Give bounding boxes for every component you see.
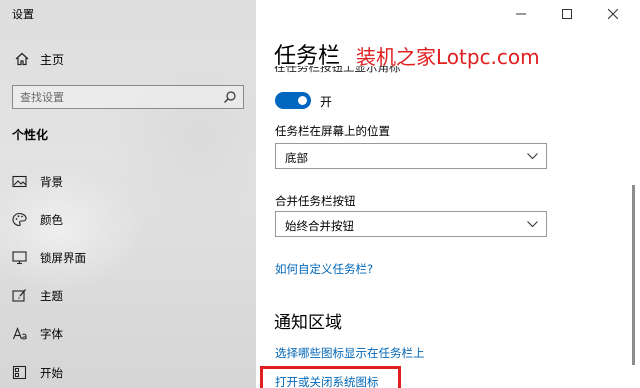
minimize-button[interactable] [498,0,544,28]
select-icons-link[interactable]: 选择哪些图标显示在任务栏上 [275,345,425,361]
taskbar-position-label: 任务栏在屏幕上的位置 [275,124,390,138]
badge-toggle-switch[interactable] [275,92,311,109]
font-icon [12,326,27,340]
search-icon[interactable] [223,90,237,104]
sidebar-item-fonts[interactable]: 字体 [0,318,256,348]
notification-area-heading: 通知区域 [274,313,342,333]
window-title: 设置 [12,8,34,21]
search-input[interactable] [13,86,213,108]
window-controls [500,0,640,28]
sidebar-item-lock-screen[interactable]: 锁屏界面 [0,242,256,272]
sidebar-item-background[interactable]: 背景 [0,166,256,196]
combine-buttons-dropdown[interactable]: 始终合并按钮 [275,211,547,237]
start-icon [12,365,27,380]
settings-sidebar: 设置 主页 个性化 背景 颜色 [0,0,256,388]
sidebar-item-label: 主题 [40,289,63,303]
close-button[interactable] [590,0,636,28]
home-icon [15,52,29,66]
toggle-state-label: 开 [320,95,333,109]
sidebar-section-heading: 个性化 [12,128,49,142]
sidebar-item-label: 背景 [40,175,63,189]
customize-taskbar-link[interactable]: 如何自定义任务栏? [275,261,373,277]
search-box[interactable] [12,85,244,109]
sidebar-item-label: 颜色 [40,213,63,227]
chevron-down-icon [527,153,538,160]
scrollbar[interactable] [632,185,635,365]
sidebar-item-label: 字体 [40,327,63,341]
brush-icon [12,289,26,302]
sidebar-item-colors[interactable]: 颜色 [0,204,256,234]
sidebar-item-label: 开始 [40,366,63,380]
sidebar-item-label: 锁屏界面 [40,251,86,265]
sidebar-item-start[interactable]: 开始 [0,357,256,387]
taskbar-position-dropdown[interactable]: 底部 [275,143,547,169]
sidebar-home-label: 主页 [40,53,65,67]
cut-off-setting-text: 在任务栏按钮上显示角标 [274,66,401,74]
close-icon [608,9,618,19]
sidebar-item-themes[interactable]: 主题 [0,280,256,310]
lock-screen-icon [12,251,27,265]
picture-icon [12,175,27,188]
chevron-down-icon [527,221,538,228]
highlight-annotation-box [260,366,401,388]
combine-buttons-value: 始终合并按钮 [285,219,354,233]
toggle-knob [298,96,307,105]
maximize-icon [562,9,572,19]
cut-off-setting-label: 在任务栏按钮上显示角标 [274,66,434,78]
taskbar-position-value: 底部 [285,151,308,165]
combine-buttons-label: 合并任务栏按钮 [275,194,356,208]
palette-icon [12,212,27,227]
sidebar-item-home[interactable]: 主页 [0,46,256,72]
minimize-icon [516,13,526,15]
maximize-button[interactable] [544,0,590,28]
